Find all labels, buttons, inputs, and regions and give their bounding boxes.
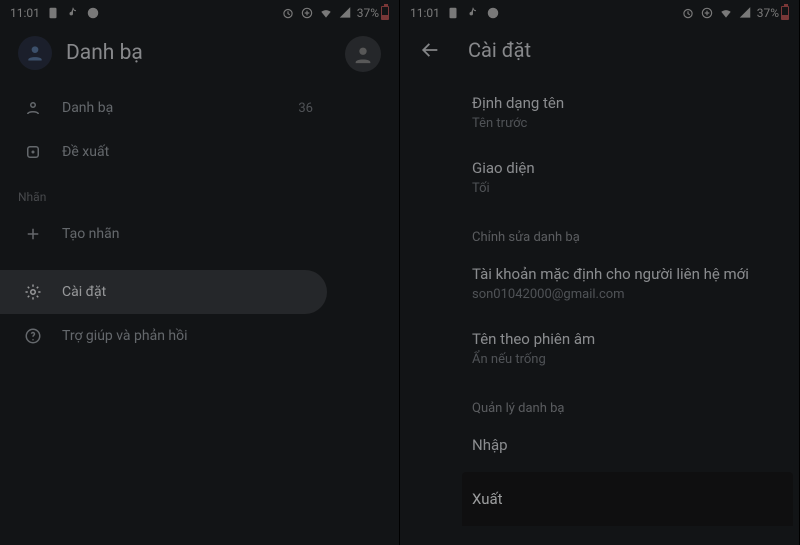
setting-default-account-title: Tài khoản mặc định cho người liên hệ mới xyxy=(472,265,779,283)
data-saver-icon xyxy=(300,6,314,20)
contacts-count: 36 xyxy=(298,101,313,116)
status-time: 11:01 xyxy=(410,6,440,20)
nav-create-label[interactable]: Tạo nhãn xyxy=(0,212,327,256)
data-saver-icon xyxy=(700,6,714,20)
setting-theme[interactable]: Giao diện Tối xyxy=(462,145,799,210)
setting-name-format-title: Định dạng tên xyxy=(472,94,779,112)
signal-icon xyxy=(738,6,752,20)
sim-icon xyxy=(446,6,460,20)
drawer-title: Danh bạ xyxy=(66,41,143,65)
battery-percent: 37% xyxy=(357,6,379,20)
setting-export-title: Xuất xyxy=(472,490,783,508)
nav-suggestions[interactable]: Đề xuất xyxy=(0,130,327,174)
line-icon xyxy=(486,6,500,20)
sparkle-icon xyxy=(24,143,42,161)
setting-phonetic-sub: Ẩn nếu trống xyxy=(472,352,779,367)
labels-section-header: Nhãn xyxy=(0,174,399,212)
nav-settings[interactable]: Cài đặt xyxy=(0,270,327,314)
alarm-icon xyxy=(681,6,695,20)
wifi-icon xyxy=(719,6,733,20)
battery-indicator: 37% xyxy=(357,6,389,20)
setting-default-account[interactable]: Tài khoản mặc định cho người liên hệ mới… xyxy=(462,251,799,316)
app-avatar-icon xyxy=(18,36,52,70)
battery-percent: 37% xyxy=(757,6,779,20)
appbar-title: Cài đặt xyxy=(468,38,531,62)
setting-theme-title: Giao diện xyxy=(472,159,779,177)
status-bar: 11:01 37% xyxy=(400,0,799,26)
signal-icon xyxy=(338,6,352,20)
nav-contacts-label: Danh bạ xyxy=(62,100,113,116)
setting-export[interactable]: Xuất xyxy=(462,472,793,526)
tiktok-icon xyxy=(466,6,480,20)
nav-create-label-text: Tạo nhãn xyxy=(62,226,119,242)
plus-icon xyxy=(24,225,42,243)
nav-settings-label: Cài đặt xyxy=(62,284,106,300)
setting-import-title: Nhập xyxy=(472,436,779,454)
nav-help-label: Trợ giúp và phản hồi xyxy=(62,328,188,344)
setting-name-format[interactable]: Định dạng tên Tên trước xyxy=(462,80,799,145)
contacts-drawer-screen: 11:01 37% Danh bạ Danh bạ 36 xyxy=(0,0,400,545)
line-icon xyxy=(86,6,100,20)
sim-icon xyxy=(46,6,60,20)
section-edit-contacts: Chỉnh sửa danh bạ xyxy=(462,210,799,251)
battery-indicator: 37% xyxy=(757,6,789,20)
battery-icon xyxy=(381,6,389,20)
drawer-header: Danh bạ xyxy=(0,26,399,86)
person-icon xyxy=(24,99,42,117)
setting-theme-sub: Tối xyxy=(472,181,779,196)
gear-icon xyxy=(24,283,42,301)
status-bar: 11:01 37% xyxy=(0,0,399,26)
settings-screen: 11:01 37% Cài đặt Định dạng tên Tên trướ… xyxy=(400,0,800,545)
nav-suggestions-label: Đề xuất xyxy=(62,144,109,160)
nav-contacts[interactable]: Danh bạ 36 xyxy=(0,86,327,130)
tiktok-icon xyxy=(66,6,80,20)
help-icon xyxy=(24,327,42,345)
alarm-icon xyxy=(281,6,295,20)
setting-default-account-sub: son01042000@gmail.com xyxy=(472,287,779,302)
battery-icon xyxy=(781,6,789,20)
section-manage-contacts: Quản lý danh bạ xyxy=(462,381,799,422)
setting-phonetic-name[interactable]: Tên theo phiên âm Ẩn nếu trống xyxy=(462,316,799,381)
wifi-icon xyxy=(319,6,333,20)
nav-help[interactable]: Trợ giúp và phản hồi xyxy=(0,314,327,358)
back-button[interactable] xyxy=(418,38,442,62)
status-time: 11:01 xyxy=(10,6,40,20)
setting-name-format-sub: Tên trước xyxy=(472,116,779,131)
setting-phonetic-title: Tên theo phiên âm xyxy=(472,330,779,348)
app-bar: Cài đặt xyxy=(400,26,799,80)
setting-import[interactable]: Nhập xyxy=(462,422,799,472)
